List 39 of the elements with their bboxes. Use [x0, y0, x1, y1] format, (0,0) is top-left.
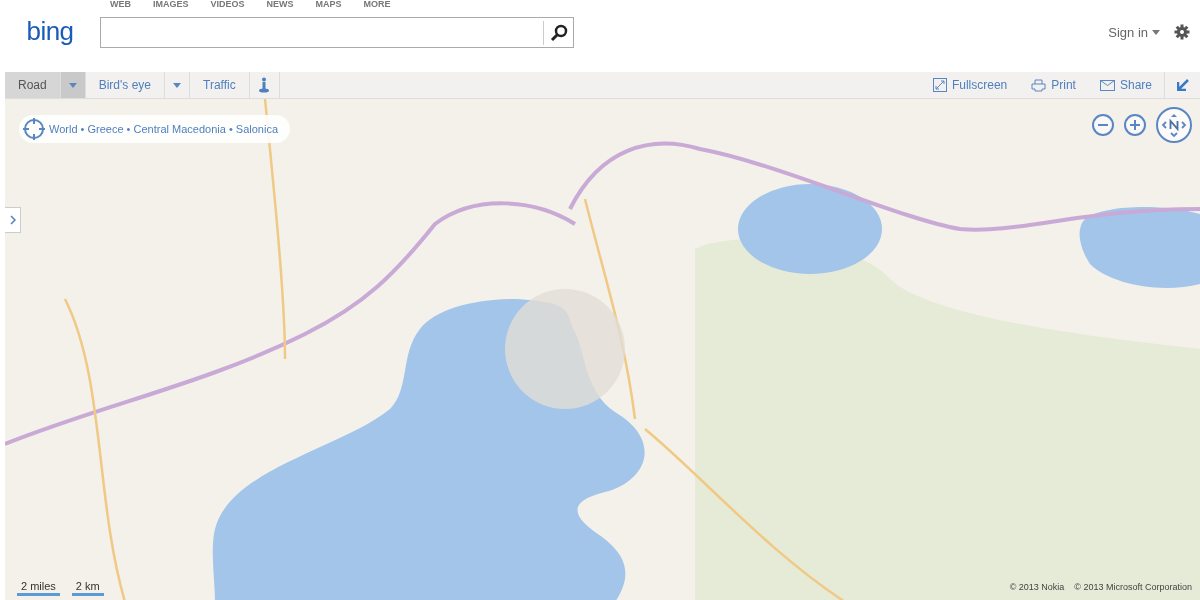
envelope-icon [1099, 79, 1115, 91]
map-type-tab[interactable]: Bird's eye [85, 72, 165, 98]
search-field[interactable] [100, 17, 574, 48]
chevron-icon [9, 215, 16, 225]
share-button[interactable]: Share [1087, 72, 1164, 98]
expand-panel-button[interactable] [5, 207, 21, 233]
zoom-out-button[interactable] [1092, 114, 1114, 136]
sign-in-link[interactable]: Sign in [1108, 24, 1160, 40]
copyright-text: © 2013 Nokia [1009, 582, 1065, 592]
nav-link[interactable]: VIDEOS [210, 0, 245, 12]
expand-icon [932, 78, 947, 92]
search-icon [549, 23, 568, 42]
bing-logo[interactable]: bing [26, 16, 74, 47]
dropdown-button[interactable] [60, 72, 86, 98]
settings-icon[interactable] [1174, 24, 1190, 40]
compass-icon [1161, 112, 1187, 138]
caret-icon [68, 82, 77, 88]
person-icon [258, 77, 271, 93]
nav-link[interactable]: IMAGES [153, 0, 189, 12]
arrow-icon [1176, 79, 1189, 91]
caret-icon [173, 82, 181, 88]
nav-link[interactable]: WEB [110, 0, 131, 12]
crosshair-icon[interactable] [23, 118, 45, 140]
map-type-tab[interactable]: Road [5, 72, 61, 98]
breadcrumb-path[interactable]: World • Greece • Central Macedonia • Salonica [49, 123, 278, 135]
nav-link[interactable]: MAPS [315, 0, 342, 12]
minus-icon [1098, 124, 1108, 126]
print-button[interactable]: Print [1019, 72, 1088, 98]
map-type-tab[interactable]: Traffic [190, 72, 250, 98]
scale-bar: 2 km [71, 580, 104, 596]
printer-icon [1031, 78, 1047, 92]
zoom-in-button[interactable] [1124, 114, 1146, 136]
copyright-text: © 2013 Microsoft Corporation [1074, 582, 1192, 592]
scale-bar: 2 miles [17, 580, 60, 596]
nav-link[interactable]: NEWS [266, 0, 294, 12]
plus-icon [1130, 120, 1140, 130]
caret-icon [1152, 29, 1160, 35]
nav-link[interactable]: MORE [363, 0, 391, 12]
fullscreen-button[interactable]: Fullscreen [920, 72, 1020, 98]
